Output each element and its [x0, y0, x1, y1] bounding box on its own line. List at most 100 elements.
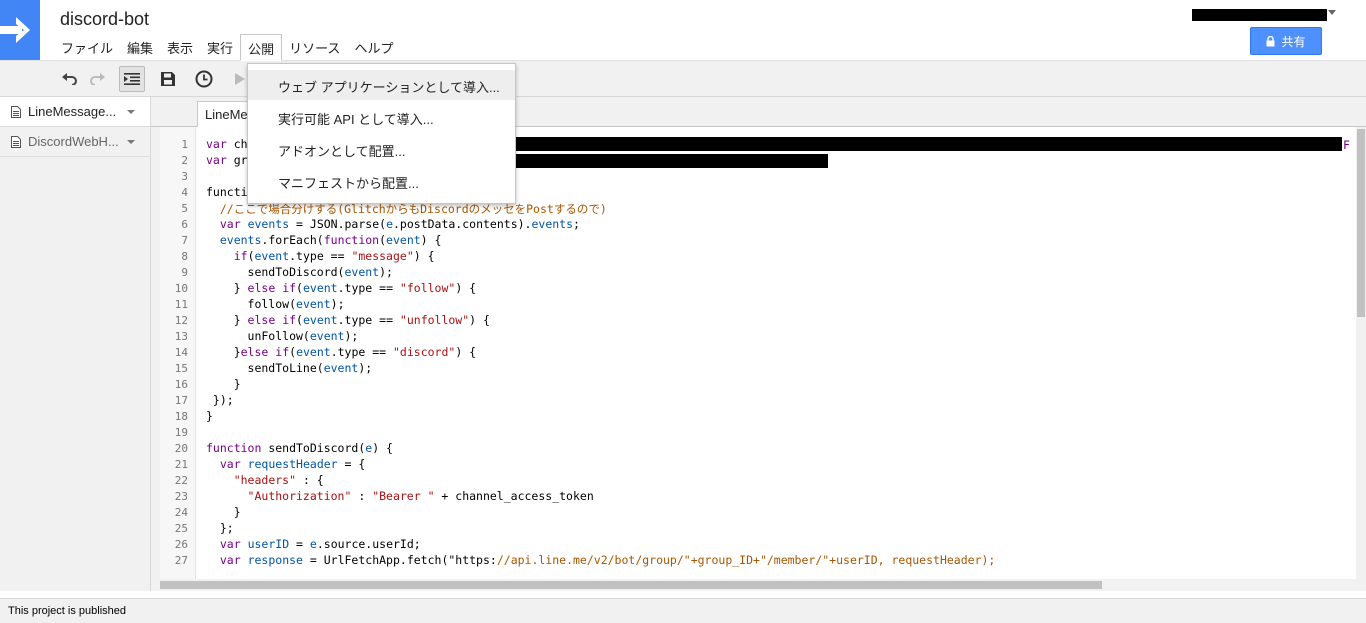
menu-resources[interactable]: リソース	[282, 34, 347, 56]
code-line: sendToDiscord(event);	[206, 265, 393, 279]
menu-bar: ファイル 編集 表示 実行 公開 リソース ヘルプ	[54, 34, 400, 61]
code-line: } else if(event.type == "follow") {	[206, 281, 477, 295]
undo-icon	[62, 73, 77, 85]
menu-edit[interactable]: 編集	[120, 34, 160, 56]
code-line: "Authorization" : "Bearer " + channel_ac…	[247, 489, 594, 503]
code-line: });	[206, 393, 234, 407]
status-bar: This project is published	[0, 598, 1366, 623]
line-number: 8	[181, 250, 188, 263]
menu-help[interactable]: ヘルプ	[347, 34, 400, 56]
indent-toggle-button[interactable]	[119, 66, 145, 92]
code-line: follow(event);	[206, 297, 345, 311]
redo-icon	[90, 73, 105, 85]
redo-button[interactable]	[84, 66, 110, 92]
line-number: 14	[174, 346, 188, 359]
line-number: 23	[174, 490, 188, 503]
apps-script-logo[interactable]	[0, 0, 40, 60]
line-number: 24	[174, 506, 188, 519]
share-button-label: 共有	[1281, 34, 1306, 49]
triggers-button[interactable]	[191, 66, 217, 92]
line-number: 18	[174, 410, 188, 423]
code-fragment: F	[1343, 138, 1350, 152]
line-number: 17	[174, 394, 188, 407]
code-line: function sendToDiscord(e) {	[206, 441, 393, 455]
line-number: 27	[174, 554, 188, 567]
file-item-linemessage[interactable]: LineMessage...	[0, 97, 150, 127]
line-number: 22	[174, 474, 188, 487]
chevron-down-icon[interactable]	[1328, 10, 1336, 15]
code-line: var requestHeader = {	[219, 457, 366, 471]
line-number: 25	[174, 522, 188, 535]
chevron-down-icon[interactable]	[127, 140, 135, 144]
account-name-redacted[interactable]	[1192, 9, 1327, 21]
menu-item-deploy-from-manifest[interactable]: マニフェストから配置...	[248, 166, 515, 196]
code-line: }	[206, 505, 241, 519]
code-line: var userID = e.source.userId;	[219, 537, 421, 551]
code-line: "headers" : {	[233, 473, 324, 487]
line-number: 20	[174, 442, 188, 455]
line-number: 19	[174, 426, 188, 439]
save-button[interactable]	[155, 66, 181, 92]
menu-view[interactable]: 表示	[160, 34, 200, 56]
code-line: events.forEach(function(event) {	[219, 233, 442, 247]
code-line: unFollow(event);	[206, 329, 359, 343]
line-number: 4	[181, 186, 188, 199]
code-line: }	[206, 377, 241, 391]
code-line: var response = UrlFetchApp.fetch("https:…	[219, 553, 996, 567]
line-number: 21	[174, 458, 188, 471]
code-line: }	[206, 409, 213, 423]
triggers-clock-icon	[195, 70, 213, 88]
line-number: 15	[174, 362, 188, 375]
status-text: This project is published	[8, 605, 127, 617]
document-icon	[11, 135, 21, 148]
lock-icon	[1266, 35, 1275, 46]
menu-item-deploy-web-app[interactable]: ウェブ アプリケーションとして導入...	[248, 70, 515, 100]
file-item-label: LineMessage...	[28, 104, 117, 119]
undo-button[interactable]	[57, 66, 83, 92]
code-line: };	[206, 521, 234, 535]
line-number: 13	[174, 330, 188, 343]
line-number: 11	[174, 298, 188, 311]
line-number: 6	[181, 218, 188, 231]
horizontal-scrollbar-thumb[interactable]	[160, 581, 1102, 589]
indent-icon	[124, 73, 140, 85]
code-line: var gr	[206, 153, 248, 167]
code-line: if(event.type == "message") {	[233, 249, 435, 263]
project-title[interactable]: discord-bot	[60, 9, 149, 30]
menu-run[interactable]: 実行	[200, 34, 240, 56]
run-icon	[235, 73, 245, 85]
arrow-right-logo-icon	[0, 17, 30, 43]
line-number: 3	[181, 170, 188, 183]
code-line: var events = JSON.parse(e.postData.conte…	[219, 217, 580, 231]
code-line: var ch	[206, 137, 248, 151]
line-number: 1	[181, 138, 188, 151]
code-line: }else if(event.type == "discord") {	[206, 345, 477, 359]
code-line: sendToLine(event);	[206, 361, 373, 375]
line-number: 26	[174, 538, 188, 551]
document-icon	[11, 105, 21, 118]
file-item-discordwebhook[interactable]: DiscordWebH...	[0, 127, 150, 157]
line-number: 12	[174, 314, 188, 327]
save-icon	[161, 72, 175, 86]
file-item-label: DiscordWebH...	[28, 134, 119, 149]
line-number-gutter: 1 2 3 4 5 6 7 8 9 10 11 12 13 14 15 16 17 18 19 20 21 22 23 24 2…	[160, 127, 196, 579]
vertical-scrollbar-thumb[interactable]	[1357, 129, 1365, 317]
line-number: 16	[174, 378, 188, 391]
publish-dropdown-menu: ウェブ アプリケーションとして導入... 実行可能 API として導入... ア…	[247, 63, 516, 204]
redacted-code	[514, 154, 828, 168]
chevron-down-icon[interactable]	[127, 110, 135, 114]
share-button[interactable]: 共有	[1250, 27, 1322, 55]
line-number: 10	[174, 282, 188, 295]
line-number: 9	[181, 266, 188, 279]
code-line: } else if(event.type == "unfollow") {	[206, 313, 490, 327]
toolbar	[0, 60, 1366, 97]
line-number: 2	[181, 154, 188, 167]
menu-item-deploy-add-on[interactable]: アドオンとして配置...	[248, 134, 515, 164]
file-sidebar: LineMessage... DiscordWebH...	[0, 97, 151, 591]
code-line: functi	[206, 185, 248, 199]
menu-publish[interactable]: 公開	[240, 34, 283, 61]
redacted-code	[514, 137, 1342, 151]
menu-file[interactable]: ファイル	[54, 34, 120, 56]
menu-item-deploy-api-executable[interactable]: 実行可能 API として導入...	[248, 102, 515, 132]
line-number: 5	[181, 202, 188, 215]
